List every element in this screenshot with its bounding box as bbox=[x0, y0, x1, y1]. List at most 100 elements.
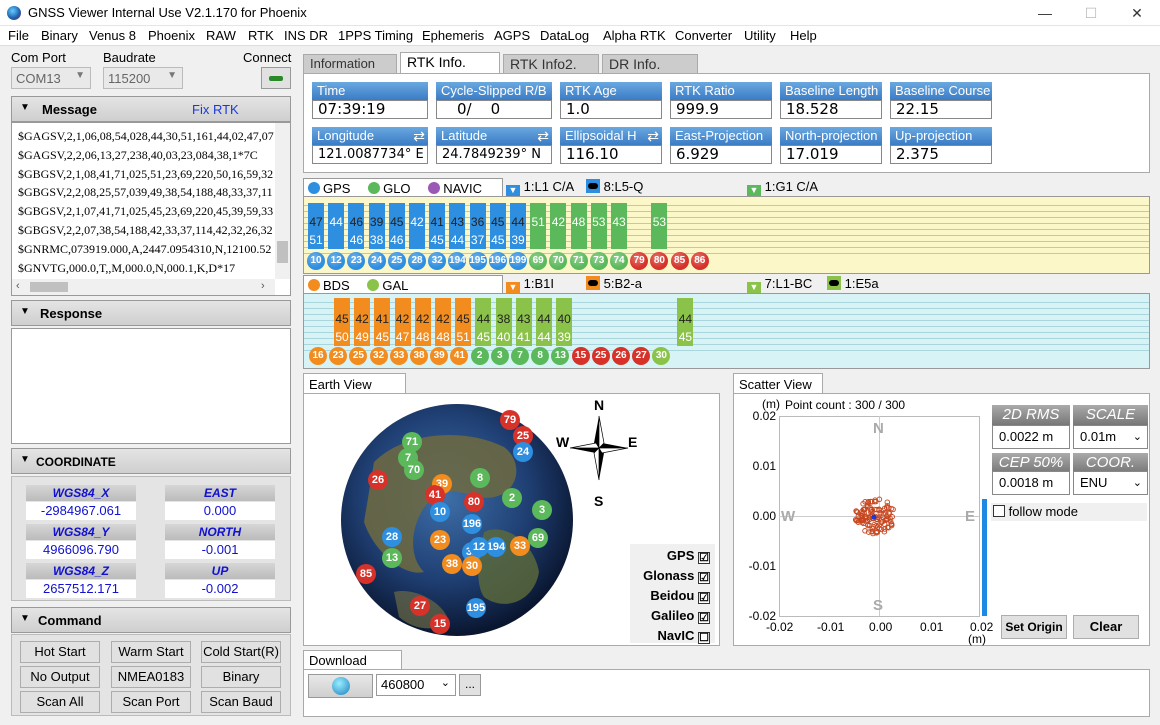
satellite-marker[interactable]: 10 bbox=[430, 502, 450, 522]
menu-1pps-timing[interactable]: 1PPS Timing bbox=[338, 28, 413, 43]
download-baud-select[interactable]: 460800 ⌄ bbox=[376, 674, 456, 696]
satellite-marker[interactable]: 8 bbox=[470, 468, 490, 488]
menu-alpha-rtk[interactable]: Alpha RTK bbox=[603, 28, 666, 43]
tab-dr-info[interactable]: DR Info. bbox=[602, 54, 698, 74]
refresh-icon[interactable]: ⇄ bbox=[413, 127, 425, 145]
follow-mode-checkbox[interactable]: follow mode bbox=[991, 503, 1147, 521]
menu-ephemeris[interactable]: Ephemeris bbox=[422, 28, 484, 43]
binary-button[interactable]: Binary bbox=[201, 666, 281, 688]
connect-button[interactable] bbox=[261, 67, 291, 89]
satellite-marker[interactable]: 30 bbox=[462, 556, 482, 576]
satellite-marker[interactable]: 194 bbox=[486, 537, 506, 557]
menu-converter[interactable]: Converter bbox=[675, 28, 732, 43]
no-output-button[interactable]: No Output bbox=[20, 666, 100, 688]
tab-rtk-info2[interactable]: RTK Info2. bbox=[503, 54, 599, 74]
signal-b2a: 5:B2-a bbox=[586, 276, 642, 291]
satellite-marker[interactable]: 24 bbox=[513, 442, 533, 462]
filter-beidou-checkbox[interactable]: ☑ bbox=[698, 592, 710, 604]
menu-phoenix[interactable]: Phoenix bbox=[148, 28, 195, 43]
warm-start-button[interactable]: Warm Start bbox=[111, 641, 191, 663]
scatter-view-tab[interactable]: Scatter View bbox=[733, 373, 823, 395]
filter-gps-checkbox[interactable]: ☑ bbox=[698, 552, 710, 564]
chevron-down-icon: ▼ bbox=[75, 70, 85, 81]
response-header[interactable]: ▼ Response bbox=[11, 300, 291, 326]
satellite-marker[interactable]: 70 bbox=[404, 460, 424, 480]
signal-l5q-label: 8:L5-Q bbox=[603, 179, 644, 194]
satellite-marker[interactable]: 38 bbox=[442, 554, 462, 574]
satellite-marker[interactable]: 28 bbox=[382, 527, 402, 547]
menu-venus8[interactable]: Venus 8 bbox=[89, 28, 136, 43]
scrollbar-thumb[interactable] bbox=[30, 282, 68, 292]
response-area[interactable] bbox=[11, 328, 291, 444]
satellite-marker[interactable]: 69 bbox=[528, 528, 548, 548]
satellite-marker[interactable]: 12 bbox=[469, 537, 489, 557]
chevron-down-icon: ⌄ bbox=[1132, 477, 1142, 489]
filter-galileo-checkbox[interactable]: ☑ bbox=[698, 612, 710, 624]
satellite-marker[interactable]: 27 bbox=[410, 596, 430, 616]
satellite-marker[interactable]: 23 bbox=[430, 530, 450, 550]
browse-button[interactable]: ... bbox=[459, 674, 481, 696]
command-header[interactable]: ▼ Command bbox=[11, 607, 291, 633]
baudrate-select[interactable]: 115200 ▼ bbox=[103, 67, 183, 89]
satellite-marker[interactable]: 196 bbox=[462, 514, 482, 534]
message-header[interactable]: ▼ Message Fix RTK bbox=[11, 96, 291, 122]
scrollbar-thumb[interactable] bbox=[277, 241, 288, 263]
satellite-marker[interactable]: 3 bbox=[532, 500, 552, 520]
earth-view-tab[interactable]: Earth View bbox=[303, 373, 406, 395]
satellite-marker[interactable]: 85 bbox=[356, 564, 376, 584]
horizontal-scrollbar[interactable]: ‹ › bbox=[12, 279, 275, 295]
download-tab[interactable]: Download bbox=[303, 650, 402, 670]
satellite-marker[interactable]: 33 bbox=[510, 536, 530, 556]
satellite-marker[interactable]: 195 bbox=[466, 598, 486, 618]
filter-navic-checkbox[interactable]: ☐ bbox=[698, 632, 710, 644]
menu-rtk[interactable]: RTK bbox=[248, 28, 274, 43]
satellite-marker[interactable]: 80 bbox=[464, 492, 484, 512]
tab-rtk-info[interactable]: RTK Info. bbox=[400, 52, 500, 74]
vertical-scrollbar[interactable] bbox=[275, 123, 290, 279]
menu-raw[interactable]: RAW bbox=[206, 28, 236, 43]
menu-utility[interactable]: Utility bbox=[744, 28, 776, 43]
menu-insdr[interactable]: INS DR bbox=[284, 28, 328, 43]
filter-gps[interactable]: GPS ☑ bbox=[630, 546, 710, 566]
filter-glonass-checkbox[interactable]: ☑ bbox=[698, 572, 710, 584]
coor-select[interactable]: ENU ⌄ bbox=[1073, 471, 1148, 495]
follow-mode-box[interactable] bbox=[993, 505, 1005, 517]
message-list[interactable]: $GAGSV,2,1,06,08,54,028,44,30,51,161,44,… bbox=[11, 122, 291, 296]
maximize-button[interactable]: ☐ bbox=[1068, 0, 1114, 26]
satellite-marker[interactable]: 13 bbox=[382, 548, 402, 568]
scale-select[interactable]: 0.01m ⌄ bbox=[1073, 425, 1148, 449]
satellite-marker[interactable]: 2 bbox=[502, 488, 522, 508]
tab-information[interactable]: Information bbox=[303, 54, 397, 74]
com-port-select[interactable]: COM13 ▼ bbox=[11, 67, 91, 89]
satellite-marker[interactable]: 15 bbox=[430, 614, 450, 634]
filter-glonass[interactable]: Glonass ☑ bbox=[630, 566, 710, 586]
menu-help[interactable]: Help bbox=[790, 28, 817, 43]
scan-baud-button[interactable]: Scan Baud bbox=[201, 691, 281, 713]
scan-all-button[interactable]: Scan All bbox=[20, 691, 100, 713]
snr-bottom-value: 49 bbox=[355, 330, 369, 344]
coordinate-header[interactable]: ▼ COORDINATE bbox=[11, 448, 291, 474]
prn-badge: 8 bbox=[531, 347, 550, 365]
minimize-button[interactable]: — bbox=[1022, 0, 1068, 26]
scan-port-button[interactable]: Scan Port bbox=[111, 691, 191, 713]
filter-galileo[interactable]: Galileo ☑ bbox=[630, 606, 710, 626]
download-button[interactable] bbox=[308, 674, 373, 698]
set-origin-button[interactable]: Set Origin bbox=[1001, 615, 1067, 639]
menu-agps[interactable]: AGPS bbox=[494, 28, 530, 43]
menu-binary[interactable]: Binary bbox=[41, 28, 78, 43]
cold-start-button[interactable]: Cold Start(R) bbox=[201, 641, 281, 663]
scroll-right-icon[interactable]: › bbox=[261, 280, 265, 292]
filter-beidou[interactable]: Beidou ☑ bbox=[630, 586, 710, 606]
refresh-icon[interactable]: ⇄ bbox=[647, 127, 659, 145]
nmea0183-button[interactable]: NMEA0183 bbox=[111, 666, 191, 688]
close-button[interactable]: ✕ bbox=[1114, 0, 1160, 26]
clear-button[interactable]: Clear bbox=[1073, 615, 1139, 639]
scatter-west: W bbox=[781, 508, 796, 525]
scroll-left-icon[interactable]: ‹ bbox=[16, 280, 20, 292]
satellite-marker[interactable]: 26 bbox=[368, 470, 388, 490]
refresh-icon[interactable]: ⇄ bbox=[537, 127, 549, 145]
menu-file[interactable]: File bbox=[8, 28, 29, 43]
filter-navic[interactable]: NavIC ☐ bbox=[630, 626, 710, 646]
hot-start-button[interactable]: Hot Start bbox=[20, 641, 100, 663]
menu-datalog[interactable]: DataLog bbox=[540, 28, 589, 43]
